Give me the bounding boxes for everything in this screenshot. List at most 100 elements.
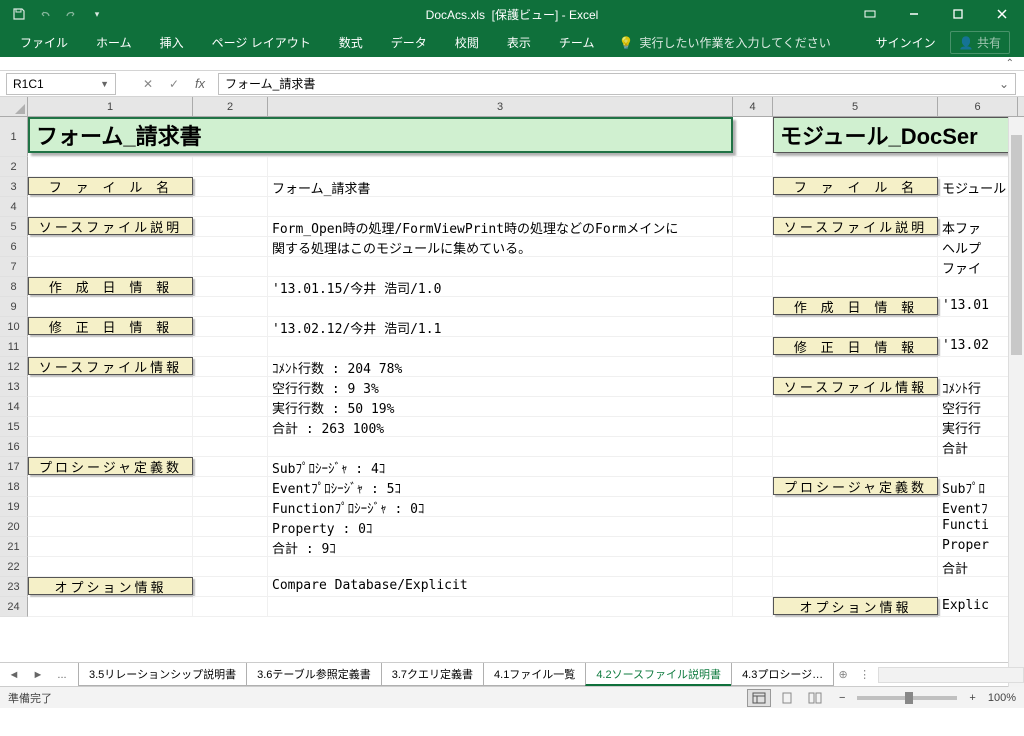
row-header[interactable]: 7 (0, 257, 28, 277)
col-header[interactable]: 2 (193, 97, 268, 116)
select-all[interactable] (0, 97, 28, 116)
cell[interactable]: Functi (938, 517, 1018, 537)
cell[interactable]: 合計 (938, 557, 1018, 577)
row-header[interactable]: 6 (0, 237, 28, 257)
cell[interactable] (28, 517, 193, 537)
cell[interactable]: Property : 0ｺ (268, 517, 733, 537)
cell[interactable] (773, 557, 938, 577)
view-normal-icon[interactable] (747, 689, 771, 707)
tab-team[interactable]: チーム (545, 28, 609, 57)
row-header[interactable]: 10 (0, 317, 28, 337)
tab-file[interactable]: ファイル (6, 28, 82, 57)
cell[interactable] (733, 537, 773, 557)
cell[interactable] (193, 417, 268, 437)
cell[interactable]: Form_Open時の処理/FormViewPrint時の処理などのFormメイ… (268, 217, 733, 237)
sheet-tab[interactable]: 4.2ソースファイル説明書 (585, 663, 732, 686)
cell[interactable]: 実行行 (938, 417, 1018, 437)
cell[interactable] (938, 197, 1018, 217)
cell[interactable] (193, 577, 268, 597)
zoom-in-icon[interactable]: + (969, 692, 975, 704)
sheet-tab[interactable]: 4.3プロシージ… (731, 663, 834, 686)
sheet-more[interactable]: ... (52, 665, 72, 685)
cell[interactable] (733, 577, 773, 597)
cell[interactable] (268, 557, 733, 577)
worksheet-grid[interactable]: 123456789101112131415161718192021222324 … (0, 117, 1024, 662)
row-header[interactable]: 1 (0, 117, 28, 157)
cell[interactable] (28, 237, 193, 257)
sheet-tab[interactable]: 4.1ファイル一覧 (483, 663, 586, 686)
cell[interactable] (938, 577, 1018, 597)
cell[interactable] (938, 277, 1018, 297)
cell[interactable] (28, 597, 193, 617)
cell[interactable]: モジュール (938, 177, 1018, 197)
cell[interactable] (773, 417, 938, 437)
cell[interactable] (733, 437, 773, 457)
cell[interactable]: ソースファイル説明 (28, 217, 193, 235)
cell[interactable] (938, 357, 1018, 377)
row-header[interactable]: 5 (0, 217, 28, 237)
cell[interactable] (733, 297, 773, 317)
view-pagebreak-icon[interactable] (803, 689, 827, 707)
cell[interactable] (773, 277, 938, 297)
cell[interactable] (733, 337, 773, 357)
cell[interactable] (28, 537, 193, 557)
zoom-slider[interactable] (857, 696, 957, 700)
cell[interactable] (193, 357, 268, 377)
cell[interactable]: 実行行数 : 50 19% (268, 397, 733, 417)
cell[interactable] (773, 517, 938, 537)
cell[interactable]: フォーム_請求書 (268, 177, 733, 197)
cell[interactable]: Functionﾌﾟﾛｼｰｼﾞｬ : 0ｺ (268, 497, 733, 517)
cell[interactable] (938, 157, 1018, 177)
cell[interactable]: 修 正 日 情 報 (773, 337, 938, 355)
cell[interactable] (193, 597, 268, 617)
cell[interactable] (193, 197, 268, 217)
cell[interactable] (193, 397, 268, 417)
cell[interactable] (733, 357, 773, 377)
cell[interactable] (193, 457, 268, 477)
horizontal-scrollbar[interactable] (878, 667, 1024, 683)
cell[interactable] (733, 217, 773, 237)
redo-icon[interactable] (60, 3, 82, 25)
cell[interactable] (28, 377, 193, 397)
vertical-scrollbar[interactable] (1008, 117, 1024, 687)
tab-formulas[interactable]: 数式 (325, 28, 377, 57)
cell[interactable] (28, 397, 193, 417)
row-header[interactable]: 11 (0, 337, 28, 357)
undo-icon[interactable] (34, 3, 56, 25)
cell[interactable] (773, 397, 938, 417)
cell[interactable] (733, 557, 773, 577)
cell[interactable]: '13.01 (938, 297, 1018, 317)
cell[interactable]: '13.02.12/今井 浩司/1.1 (268, 317, 733, 337)
cell[interactable] (773, 157, 938, 177)
cell[interactable] (28, 557, 193, 577)
cell[interactable] (268, 257, 733, 277)
cell[interactable]: ソースファイル情報 (773, 377, 938, 395)
cell[interactable]: '13.02 (938, 337, 1018, 357)
cell[interactable] (733, 237, 773, 257)
cell[interactable]: Proper (938, 537, 1018, 557)
cell[interactable] (193, 557, 268, 577)
zoom-out-icon[interactable]: − (839, 692, 845, 704)
cell[interactable] (733, 417, 773, 437)
cell[interactable] (733, 497, 773, 517)
zoom-level[interactable]: 100% (988, 692, 1016, 704)
ribbon-options-icon[interactable] (848, 0, 892, 28)
cell[interactable] (773, 457, 938, 477)
row-header[interactable]: 9 (0, 297, 28, 317)
add-sheet-icon[interactable]: ⊕ (833, 668, 853, 681)
fx-icon[interactable]: fx (188, 74, 212, 94)
cell[interactable]: プロシージャ定義数 (28, 457, 193, 475)
cell[interactable] (193, 377, 268, 397)
cell[interactable]: Compare Database/Explicit (268, 577, 733, 597)
col-header[interactable]: 5 (773, 97, 938, 116)
cell[interactable]: オプション情報 (28, 577, 193, 595)
cell[interactable] (193, 277, 268, 297)
cell[interactable] (733, 597, 773, 617)
row-header[interactable]: 24 (0, 597, 28, 617)
signin-link[interactable]: サインイン (876, 34, 936, 51)
chevron-down-icon[interactable]: ▼ (100, 79, 109, 89)
cell[interactable] (193, 437, 268, 457)
cell[interactable] (773, 237, 938, 257)
row-header[interactable]: 17 (0, 457, 28, 477)
row-header[interactable]: 12 (0, 357, 28, 377)
